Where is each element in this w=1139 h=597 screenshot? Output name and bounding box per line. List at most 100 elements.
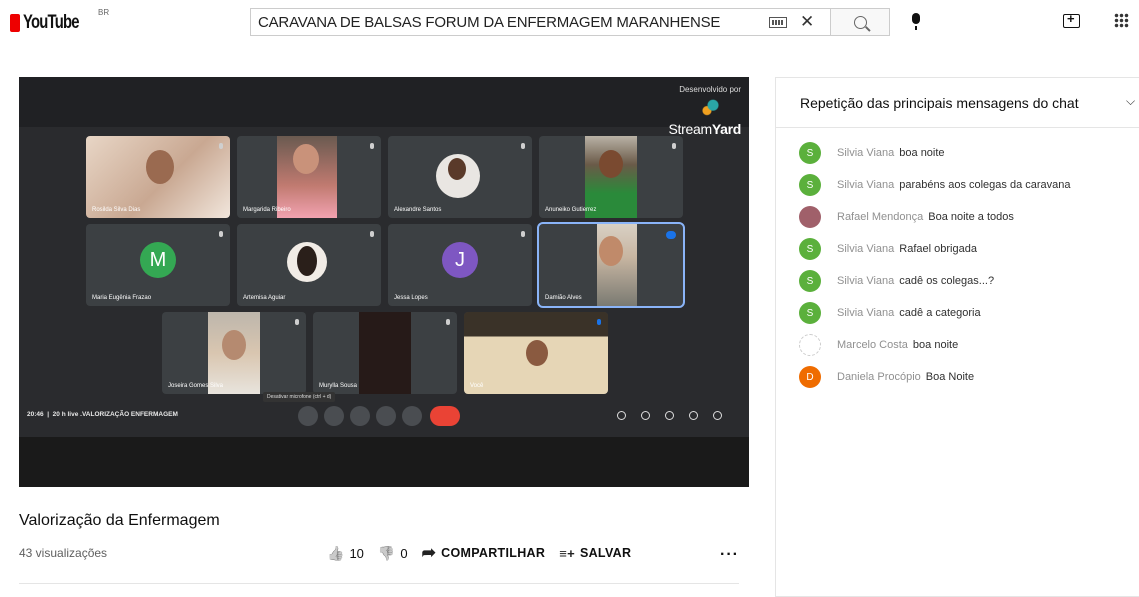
chat-message: Rafael Mendonça Boa noite a todos (799, 201, 1071, 233)
mic-off-icon (219, 143, 223, 149)
participant-face (526, 340, 548, 366)
save-button[interactable]: ≡+ SALVAR (559, 546, 631, 561)
chat-message: Marcelo Costa boa noite (799, 329, 1071, 361)
meet-mic-icon (298, 406, 318, 426)
keyboard-icon[interactable] (769, 17, 787, 28)
top-bar: YouTube BR ✕ (0, 0, 1139, 48)
apps-grid-icon[interactable] (1114, 13, 1129, 28)
search-icon (853, 15, 867, 29)
participant-face (222, 330, 246, 360)
author-name: Rafael Mendonça (837, 211, 924, 223)
participant-tile: Murylla Sousa (313, 312, 457, 394)
dislike-button[interactable]: 👎 0 (378, 545, 408, 562)
participant-tile: J Jessa Lopes (388, 224, 532, 306)
speaking-icon (597, 319, 601, 325)
author-name: Silvia Viana (837, 179, 895, 191)
chat-header-label: Repetição das principais mensagens do ch… (800, 95, 1079, 111)
search-button[interactable] (830, 8, 890, 36)
mic-off-icon (446, 319, 450, 325)
author-name: Silvia Viana (837, 307, 895, 319)
author-avatar[interactable]: S (799, 174, 821, 196)
participant-name: Joseira Gomes Silva (168, 383, 224, 389)
letterbox-top (19, 77, 749, 127)
chat-header[interactable]: Repetição das principais mensagens do ch… (776, 78, 1139, 128)
participant-face (599, 150, 623, 178)
meet-end-call-icon (430, 406, 460, 426)
youtube-logo[interactable]: YouTube BR (10, 8, 109, 34)
chat-message: S Silvia Viana parabéns aos colegas da car… (799, 169, 1071, 201)
message-text: cadê a categoria (899, 307, 981, 319)
participant-face (297, 246, 317, 276)
participant-name: Rosilda Silva Dias (92, 207, 141, 213)
participant-video (359, 312, 411, 394)
message-text: parabéns aos colegas da caravana (899, 179, 1071, 191)
message-text: Rafael obrigada (899, 243, 977, 255)
meet-control-bar: 20:46 | 20 h live .VALORIZAÇÃO ENFERMAGE… (19, 392, 749, 430)
participant-tile: Artemisa Aguiar (237, 224, 381, 306)
close-icon[interactable]: ✕ (800, 12, 814, 32)
more-actions-icon[interactable]: ··· (720, 546, 739, 564)
like-button[interactable]: 👍 10 (327, 545, 364, 562)
mic-off-icon (521, 143, 525, 149)
mic-off-icon (295, 319, 299, 325)
participant-tile: Anuneiko Gutierrez (539, 136, 683, 218)
author-avatar[interactable] (799, 334, 821, 356)
share-button[interactable]: ➦ COMPARTILHAR (422, 543, 546, 563)
participant-name: Murylla Sousa (319, 383, 358, 389)
meet-lock-icon (713, 411, 722, 420)
chevron-down-icon[interactable]: ⌵ (1126, 94, 1135, 109)
author-avatar[interactable]: S (799, 302, 821, 324)
letterbox-bottom (19, 437, 749, 487)
author-avatar[interactable]: S (799, 270, 821, 292)
message-text: cadê os colegas...? (899, 275, 995, 287)
video-actions: 👍 10 👎 0 ➦ COMPARTILHAR ≡+ SALVAR (327, 543, 645, 563)
chat-message: D Daniela Procópio Boa Noite (799, 361, 1071, 393)
mic-icon[interactable] (912, 13, 920, 30)
mic-off-icon (672, 143, 676, 149)
participant-tile: Rosilda Silva Dias (86, 136, 230, 218)
share-icon: ➦ (421, 543, 437, 562)
author-name: Daniela Procópio (837, 371, 921, 383)
video-player[interactable]: Rosilda Silva Dias Margarida Ribeiro Ale… (19, 77, 749, 487)
author-avatar[interactable]: D (799, 366, 821, 388)
participant-tile: Margarida Ribeiro (237, 136, 381, 218)
meeting-grid: Rosilda Silva Dias Margarida Ribeiro Ale… (19, 127, 749, 437)
participant-tile-self: Você (464, 312, 608, 394)
author-name: Silvia Viana (837, 275, 895, 287)
share-label: COMPARTILHAR (441, 546, 546, 560)
search-input[interactable] (251, 9, 751, 35)
chat-replay-panel: Repetição das principais mensagens do ch… (775, 77, 1139, 597)
mic-off-icon (219, 231, 223, 237)
brand-name-part2: Yard (711, 121, 741, 137)
participant-face (448, 158, 466, 180)
participant-face (599, 236, 623, 266)
create-video-icon[interactable] (1063, 11, 1080, 28)
author-name: Marcelo Costa (837, 339, 908, 351)
youtube-play-icon (10, 14, 20, 32)
author-avatar[interactable]: S (799, 238, 821, 260)
message-text: boa noite (899, 147, 945, 159)
thumbs-down-icon: 👎 (377, 544, 396, 561)
streamyard-brand: Desenvolvido por StreamYard (669, 85, 742, 137)
thumbs-up-icon: 👍 (327, 544, 345, 561)
chat-message-list: S Silvia Viana boa noite S Silvia Viana parab… (799, 137, 1071, 393)
chat-message: S Silvia Viana boa noite (799, 137, 1071, 169)
participant-face (146, 150, 174, 184)
meet-time: 20:46 (27, 411, 44, 418)
mic-off-icon (370, 231, 374, 237)
participant-name: Você (470, 383, 484, 389)
tooltip: Desativar microfone (ctrl + d) (263, 392, 336, 402)
brand-name: StreamYard (669, 121, 742, 137)
dislike-count: 0 (400, 545, 408, 561)
participant-tile-speaking: Damião Alves (537, 222, 685, 308)
meet-info-icon (617, 411, 626, 420)
meet-people-icon (641, 411, 650, 420)
meet-activities-icon (689, 411, 698, 420)
message-text: Boa noite a todos (928, 211, 1014, 223)
author-avatar[interactable] (799, 206, 821, 228)
meet-raise-hand-icon (350, 406, 370, 426)
author-avatar[interactable]: S (799, 142, 821, 164)
participant-avatar: M (140, 242, 176, 279)
view-count: 43 visualizações (19, 546, 108, 560)
like-count: 10 (349, 545, 364, 561)
